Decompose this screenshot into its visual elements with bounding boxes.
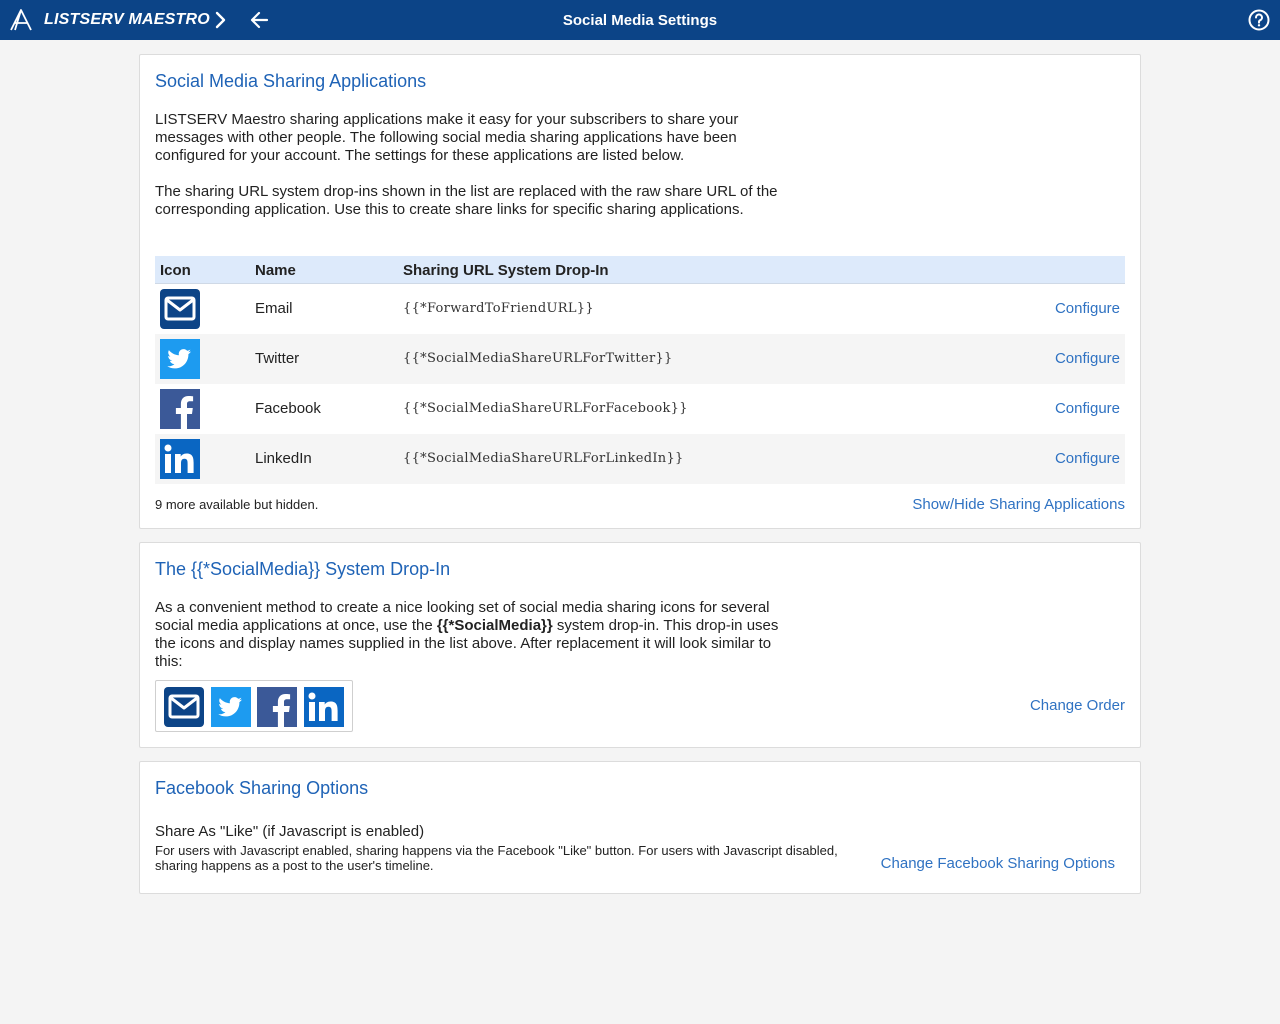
- configure-twitter-link[interactable]: Configure: [1055, 350, 1120, 367]
- sharing-apps-panel: Social Media Sharing Applications LISTSE…: [139, 54, 1141, 529]
- column-header-name: Name: [255, 262, 296, 279]
- table-row: Twitter {{*SocialMediaShareURLForTwitter…: [155, 334, 1125, 384]
- twitter-icon: [160, 339, 200, 379]
- help-icon: [1248, 9, 1270, 31]
- app-name-facebook: Facebook: [255, 400, 321, 417]
- facebook-options-panel: Facebook Sharing Options Share As "Like"…: [139, 761, 1141, 894]
- change-order-link[interactable]: Change Order: [1030, 697, 1125, 714]
- linkedin-icon: [304, 687, 344, 727]
- dropin-twitter: {{*SocialMediaShareURLForTwitter}}: [403, 351, 673, 366]
- sharing-apps-dropin-info: The sharing URL system drop-ins shown in…: [155, 183, 778, 218]
- dropin-email: {{*ForwardToFriendURL}}: [403, 301, 594, 316]
- social-media-dropin-panel: The {{*SocialMedia}} System Drop-In As a…: [139, 542, 1141, 748]
- table-row: Facebook {{*SocialMediaShareURLForFacebo…: [155, 384, 1125, 434]
- facebook-icon: [257, 687, 297, 727]
- column-header-icon: Icon: [160, 262, 191, 279]
- facebook-icon: [160, 389, 200, 429]
- email-icon: [160, 289, 200, 329]
- email-icon: [164, 687, 204, 727]
- sharing-apps-table: Icon Name Sharing URL System Drop-In Ema…: [155, 256, 1125, 484]
- sharing-apps-intro: LISTSERV Maestro sharing applications ma…: [155, 111, 739, 164]
- linkedin-icon: [160, 439, 200, 479]
- dropin-linkedin: {{*SocialMediaShareURLForLinkedIn}}: [403, 451, 684, 466]
- dropin-description: As a convenient method to create a nice …: [155, 599, 785, 671]
- table-row: Email {{*ForwardToFriendURL}} Configure: [155, 284, 1125, 334]
- app-name-linkedin: LinkedIn: [255, 450, 312, 467]
- show-hide-apps-link[interactable]: Show/Hide Sharing Applications: [912, 496, 1125, 513]
- column-header-dropin: Sharing URL System Drop-In: [403, 262, 609, 279]
- configure-facebook-link[interactable]: Configure: [1055, 400, 1120, 417]
- app-name-email: Email: [255, 300, 293, 317]
- sharing-apps-title: Social Media Sharing Applications: [155, 71, 427, 91]
- facebook-option-description: For users with Javascript enabled, shari…: [155, 843, 838, 873]
- configure-linkedin-link[interactable]: Configure: [1055, 450, 1120, 467]
- twitter-icon: [211, 687, 251, 727]
- dropin-facebook: {{*SocialMediaShareURLForFacebook}}: [403, 401, 688, 416]
- top-bar: LISTSERV MAESTRO Social Media Settings: [0, 0, 1280, 40]
- configure-email-link[interactable]: Configure: [1055, 300, 1120, 317]
- app-name-twitter: Twitter: [255, 350, 300, 367]
- facebook-options-title: Facebook Sharing Options: [155, 778, 369, 798]
- hidden-apps-note: 9 more available but hidden.: [155, 497, 319, 512]
- table-header: Icon Name Sharing URL System Drop-In: [155, 256, 1125, 284]
- page-title: Social Media Settings: [562, 12, 718, 29]
- change-facebook-options-link[interactable]: Change Facebook Sharing Options: [881, 855, 1115, 872]
- help-button[interactable]: [1248, 9, 1270, 31]
- dropin-panel-title: The {{*SocialMedia}} System Drop-In: [155, 559, 451, 579]
- table-row: LinkedIn {{*SocialMediaShareURLForLinked…: [155, 434, 1125, 484]
- dropin-code-bold: {{*SocialMedia}}: [436, 617, 553, 634]
- social-icons-preview: [155, 680, 353, 732]
- facebook-option-title: Share As "Like" (if Javascript is enable…: [155, 823, 425, 840]
